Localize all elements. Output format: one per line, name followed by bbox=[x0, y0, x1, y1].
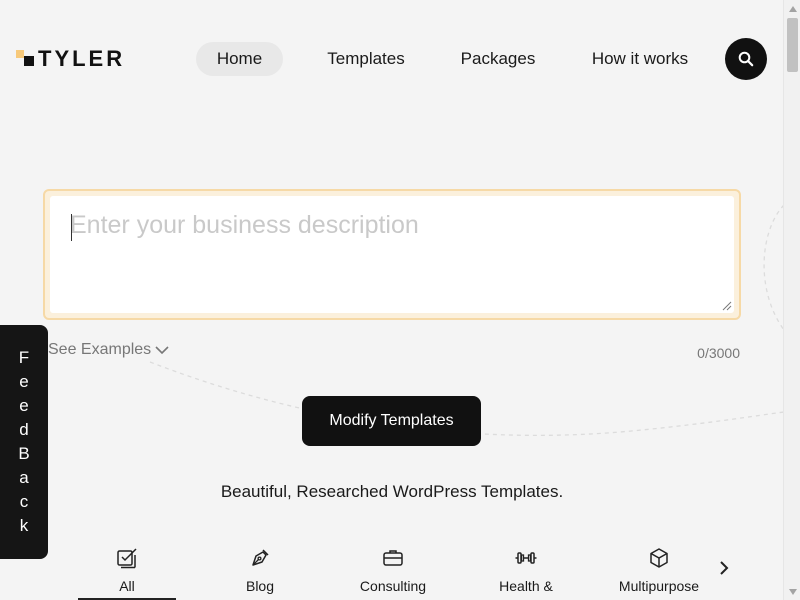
nav-item-templates[interactable]: Templates bbox=[318, 42, 414, 76]
category-label: Health & bbox=[499, 578, 553, 594]
feedback-letter: e bbox=[19, 372, 29, 391]
brand-name: TYLER bbox=[38, 46, 126, 71]
feedback-letter: e bbox=[19, 396, 29, 415]
category-tab-all[interactable]: All bbox=[78, 546, 176, 600]
scroll-down-arrow-icon bbox=[788, 588, 797, 595]
nav-item-how-it-works[interactable]: How it works bbox=[582, 42, 698, 76]
brand-logo[interactable]: TYLER bbox=[16, 48, 125, 70]
feedback-letter: c bbox=[19, 492, 29, 511]
category-label: Multipurpose bbox=[618, 578, 700, 594]
category-tab-blog[interactable]: Blog bbox=[215, 546, 305, 600]
category-label: Blog bbox=[245, 578, 275, 594]
briefcase-icon bbox=[383, 550, 403, 566]
see-examples-label: See Examples bbox=[48, 341, 152, 358]
category-label: All bbox=[119, 578, 135, 594]
categories-next-button[interactable] bbox=[714, 558, 734, 578]
feedback-letter: B bbox=[18, 444, 30, 463]
see-examples-toggle[interactable]: See Examples bbox=[48, 341, 169, 359]
feedback-letter: F bbox=[18, 348, 30, 367]
scroll-up-button[interactable] bbox=[784, 0, 800, 17]
pen-nib-icon bbox=[252, 549, 269, 566]
dumbbell-icon bbox=[515, 552, 537, 564]
scroll-down-button[interactable] bbox=[784, 583, 800, 600]
feedback-letter: d bbox=[19, 420, 29, 439]
business-description-input[interactable] bbox=[50, 196, 734, 313]
description-field-wrapper bbox=[43, 189, 741, 320]
page: TYLER Home Templates Packages How it wor… bbox=[0, 0, 800, 600]
scroll-up-arrow-icon bbox=[788, 5, 797, 12]
search-icon bbox=[738, 51, 754, 67]
category-tab-consulting[interactable]: Consulting bbox=[343, 546, 443, 600]
resize-grip-icon[interactable] bbox=[722, 301, 732, 311]
category-tab-health[interactable]: Health & bbox=[476, 546, 576, 600]
category-tab-multipurpose[interactable]: Multipurpose bbox=[605, 546, 713, 600]
scrollbar-thumb[interactable] bbox=[787, 18, 798, 72]
modify-templates-button[interactable]: Modify Templates bbox=[302, 396, 481, 446]
feedback-letter: k bbox=[19, 516, 29, 535]
description-field-box bbox=[50, 196, 734, 313]
logo-mark-icon bbox=[16, 48, 36, 70]
cube-icon bbox=[650, 548, 668, 568]
text-caret bbox=[71, 214, 72, 241]
page-scrollbar[interactable] bbox=[783, 0, 800, 600]
chevron-down-icon bbox=[155, 346, 169, 355]
tagline: Beautiful, Researched WordPress Template… bbox=[220, 482, 564, 501]
category-label: Consulting bbox=[359, 578, 427, 594]
feedback-tab[interactable]: F e e d B a c k bbox=[0, 325, 48, 559]
feedback-letter: a bbox=[19, 468, 29, 487]
search-button[interactable] bbox=[725, 38, 767, 80]
chevron-right-icon bbox=[720, 561, 729, 575]
character-count: 0/3000 bbox=[697, 345, 740, 361]
checklist-icon bbox=[117, 548, 137, 569]
nav-item-packages[interactable]: Packages bbox=[452, 42, 544, 76]
nav-item-home[interactable]: Home bbox=[196, 42, 283, 76]
